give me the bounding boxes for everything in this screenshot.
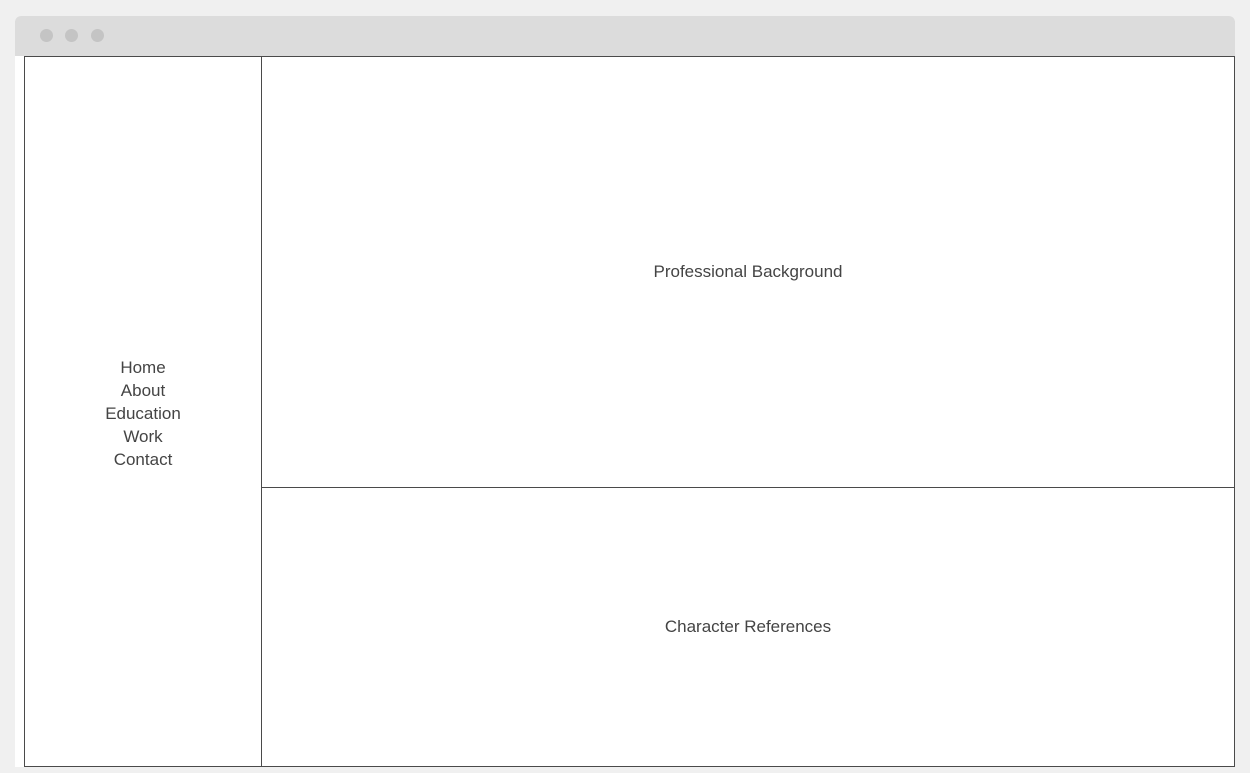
sidebar-nav: Home About Education Work Contact [105,356,181,471]
browser-window: Home About Education Work Contact Profes… [15,16,1235,767]
character-references-label: Character References [664,617,832,636]
nav-item-work[interactable]: Work [123,425,162,448]
page-content: Home About Education Work Contact Profes… [24,56,1235,767]
nav-item-education[interactable]: Education [105,402,181,425]
sidebar: Home About Education Work Contact [25,57,262,766]
nav-item-home[interactable]: Home [120,356,165,379]
window-close-dot-icon[interactable] [40,29,53,42]
character-references-section: Character References [262,488,1234,766]
professional-background-section: Professional Background [262,57,1234,488]
window-maximize-dot-icon[interactable] [91,29,104,42]
window-minimize-dot-icon[interactable] [65,29,78,42]
nav-item-about[interactable]: About [121,379,165,402]
professional-background-label: Professional Background [653,262,843,281]
window-titlebar [15,16,1235,56]
nav-item-contact[interactable]: Contact [114,448,173,471]
